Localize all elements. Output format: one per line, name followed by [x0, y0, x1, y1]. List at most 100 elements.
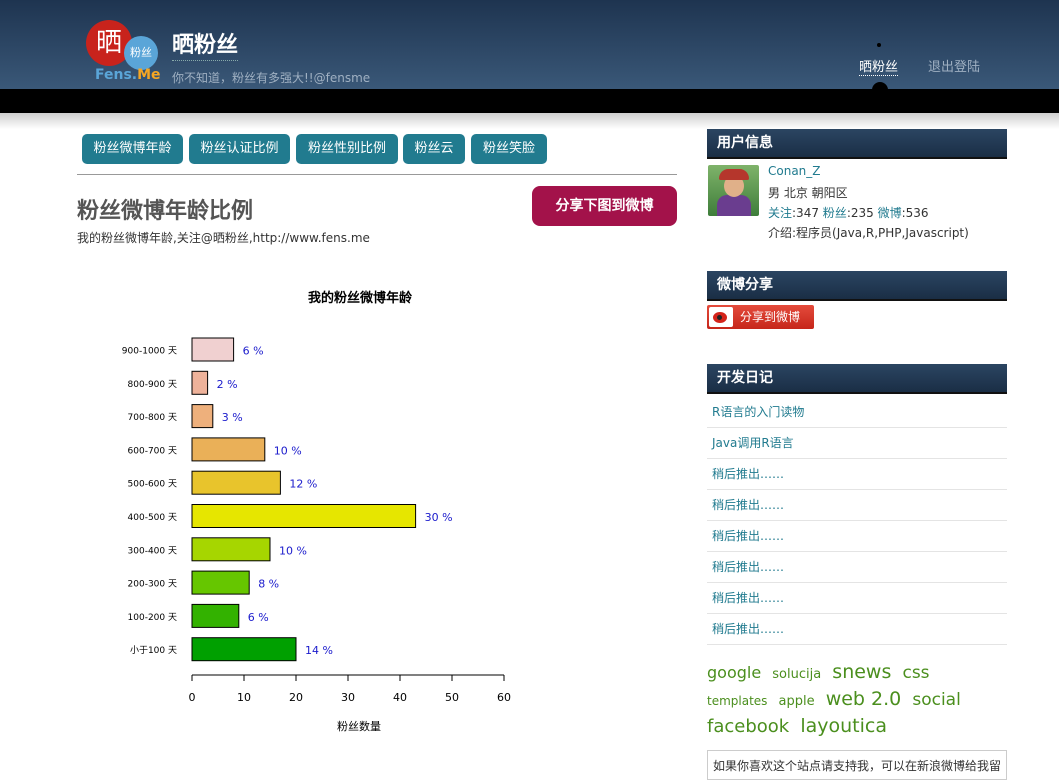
- chart-bar: [191, 504, 417, 528]
- chart-svg: 我的粉丝微博年龄 900-1000 天 6 % 800-900 天 2 % 700-800…: [122, 290, 511, 733]
- avatar-body: [717, 195, 751, 216]
- chart-bar: [191, 637, 297, 662]
- logo-wordmark-b: Me: [137, 67, 161, 83]
- avatar-hat: [719, 169, 749, 180]
- content-divider: [77, 174, 677, 175]
- weibo-share-header: 微博分享: [707, 271, 1007, 301]
- nav-item-home[interactable]: 晒粉丝: [859, 56, 899, 76]
- diary-item[interactable]: R语言的入门读物: [707, 397, 1007, 428]
- chart-category-label: 100-200 天: [128, 613, 177, 623]
- tag-link[interactable]: web 2.0: [826, 688, 902, 710]
- chart-category-label: 300-400 天: [128, 546, 177, 556]
- logo-wordmark[interactable]: Fens.Me: [95, 67, 161, 83]
- diary-item[interactable]: 稍后推出……: [707, 459, 1007, 490]
- chart-category-label: 900-1000 天: [122, 347, 177, 357]
- share-to-weibo-button[interactable]: 分享到微博: [707, 305, 814, 329]
- tab-fans-cloud[interactable]: 粉丝云: [403, 134, 465, 164]
- user-name-link[interactable]: Conan_Z: [768, 164, 821, 178]
- share-to-weibo-label: 分享到微博: [740, 310, 801, 324]
- chart-bar: [191, 404, 214, 429]
- chart-x-tick-label: 60: [497, 691, 511, 704]
- tab-fans-smile[interactable]: 粉丝笑脸: [471, 134, 547, 164]
- nav-indicator-dot: [877, 43, 881, 47]
- tag-link[interactable]: google: [707, 663, 761, 682]
- tag-link[interactable]: layoutica: [800, 715, 887, 737]
- weibo-label[interactable]: 微博: [878, 206, 902, 220]
- chart-x-tick-label: 30: [341, 691, 355, 704]
- chart-bar: [191, 570, 250, 595]
- tab-fans-gender-ratio[interactable]: 粉丝性别比例: [296, 134, 398, 164]
- tag-cloud: google solucija snews css templates appl…: [707, 660, 1007, 739]
- chart-x-axis-label: 粉丝数量: [337, 720, 381, 733]
- chart-data-label: 10 %: [274, 444, 302, 457]
- header-bar: [0, 89, 1059, 113]
- weibo-icon: [709, 307, 733, 327]
- tag-link[interactable]: snews: [832, 661, 891, 683]
- diary-item[interactable]: 稍后推出……: [707, 521, 1007, 552]
- chart-data-label: 12 %: [289, 478, 317, 491]
- chart-bar: [191, 470, 281, 495]
- fans-label[interactable]: 粉丝: [823, 206, 847, 220]
- chart-category-label: 200-300 天: [128, 580, 177, 590]
- chart-category-label: 700-800 天: [128, 413, 177, 423]
- nav-active-marker: [872, 82, 888, 98]
- tag-link[interactable]: facebook: [707, 716, 789, 737]
- chart-x-tick-label: 0: [189, 691, 196, 704]
- site-title[interactable]: 晒粉丝: [172, 32, 239, 61]
- chart-x-tick-label: 50: [445, 691, 459, 704]
- chart-category-label: 小于100 天: [130, 645, 177, 656]
- chart-category-label: 400-500 天: [128, 513, 177, 523]
- chart-data-label: 6 %: [248, 611, 269, 624]
- chart-x-tick-label: 40: [393, 691, 407, 704]
- fans-count: :235: [846, 206, 874, 220]
- tab-fans-weibo-age[interactable]: 粉丝微博年龄: [82, 134, 183, 164]
- tag-link[interactable]: css: [902, 663, 929, 683]
- page-title: 粉丝微博年龄比例: [77, 199, 254, 224]
- chart-data-label: 8 %: [258, 578, 279, 591]
- diary-item[interactable]: Java调用R语言: [707, 428, 1007, 459]
- logo-wordmark-a: Fens.: [95, 67, 138, 83]
- header-shadow: [0, 113, 1059, 129]
- user-info-header: 用户信息: [707, 129, 1007, 159]
- chart-category-label: 600-700 天: [128, 446, 177, 456]
- tag-link[interactable]: social: [912, 690, 960, 710]
- tag-link[interactable]: apple: [779, 694, 815, 709]
- chart-data-label: 14 %: [305, 644, 333, 657]
- chart-category-label: 500-600 天: [128, 480, 177, 490]
- chart-title: 我的粉丝微博年龄: [308, 290, 413, 306]
- chart-bar: [191, 437, 266, 462]
- chart-bar: [191, 337, 235, 362]
- chart-x-tick-label: 10: [237, 691, 251, 704]
- tab-fans-verified-ratio[interactable]: 粉丝认证比例: [189, 134, 290, 164]
- follow-label[interactable]: 关注: [768, 206, 792, 220]
- chart-bar: [191, 370, 209, 395]
- chart-data-label: 30 %: [425, 511, 453, 524]
- user-location: 男 北京 朝阳区: [768, 186, 848, 200]
- diary-item[interactable]: 稍后推出……: [707, 490, 1007, 521]
- avatar[interactable]: [708, 165, 759, 216]
- chart-x-tick-label: 20: [289, 691, 303, 704]
- chart-bar: [191, 603, 240, 628]
- logo-badge: 粉丝: [124, 36, 158, 70]
- user-intro: 介绍:程序员(Java,R,PHP,Javascript): [768, 226, 969, 240]
- user-stats: 关注:347 粉丝:235 微博:536: [768, 204, 929, 221]
- follow-count: :347: [792, 206, 819, 220]
- tag-link[interactable]: templates: [707, 694, 767, 708]
- chart-bar: [191, 537, 271, 562]
- diary-item[interactable]: 稍后推出……: [707, 614, 1007, 645]
- chart-category-label: 800-900 天: [128, 380, 177, 390]
- fans-age-chart: 我的粉丝微博年龄 900-1000 天 6 % 800-900 天 2 % 700-800…: [77, 280, 637, 750]
- support-message: 如果你喜欢这个站点请支持我，可以在新浪微博给我留: [707, 750, 1007, 780]
- nav-item-logout[interactable]: 退出登陆: [928, 56, 980, 75]
- page-subtitle: 我的粉丝微博年龄,关注@晒粉丝,http://www.fens.me: [77, 231, 370, 245]
- share-chart-button[interactable]: 分享下图到微博: [532, 186, 677, 226]
- chart-data-label: 6 %: [243, 345, 264, 358]
- diary-item[interactable]: 稍后推出……: [707, 583, 1007, 614]
- weibo-count: :536: [901, 206, 929, 220]
- chart-data-label: 3 %: [222, 411, 243, 424]
- site-subtitle: 你不知道，粉丝有多强大!!@fensme: [172, 71, 371, 85]
- dev-diary-header: 开发日记: [707, 364, 1007, 394]
- diary-item[interactable]: 稍后推出……: [707, 552, 1007, 583]
- tag-link[interactable]: solucija: [772, 667, 821, 682]
- chart-data-label: 2 %: [217, 378, 238, 391]
